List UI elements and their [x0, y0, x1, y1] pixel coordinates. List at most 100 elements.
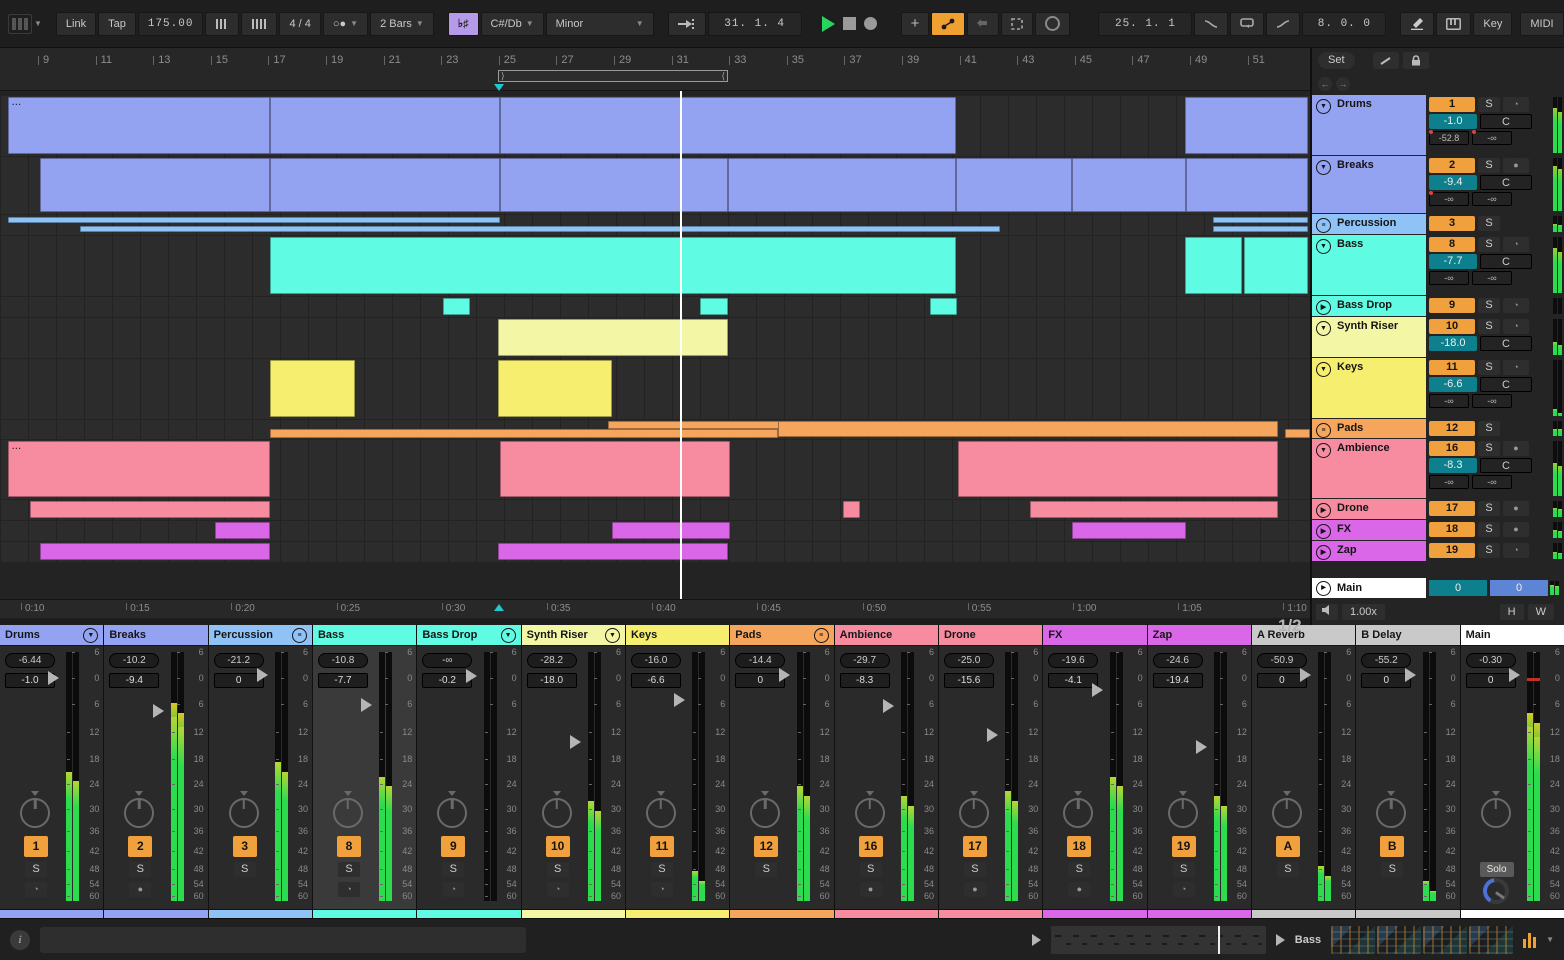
- audition-icon[interactable]: [1316, 604, 1338, 620]
- device-chain-thumbnail[interactable]: [1331, 925, 1376, 954]
- play-icon[interactable]: ▶: [1316, 524, 1331, 539]
- fader-handle[interactable]: [882, 699, 894, 714]
- punch-in-button[interactable]: [1194, 11, 1229, 36]
- record-button[interactable]: [863, 17, 877, 30]
- tap-tempo-button[interactable]: Tap: [98, 11, 136, 36]
- clip[interactable]: [500, 158, 728, 212]
- solo-button[interactable]: S: [963, 862, 986, 877]
- clip[interactable]: [270, 97, 500, 154]
- key-scale-caret-icon[interactable]: ▼: [636, 19, 644, 28]
- volume-field[interactable]: -9.4: [109, 673, 160, 688]
- clip[interactable]: [498, 360, 612, 417]
- arm-button[interactable]: 3: [1429, 216, 1475, 231]
- fader-handle[interactable]: [1508, 667, 1520, 682]
- nudge-up-button[interactable]: [241, 11, 278, 36]
- tempo-field[interactable]: 175.00: [137, 11, 204, 36]
- pan-knob[interactable]: [20, 798, 50, 828]
- zoom-height-button[interactable]: H: [1499, 604, 1524, 620]
- track-name-area[interactable]: ▼ Breaks: [1312, 156, 1426, 213]
- track-name-area[interactable]: ▼ Keys: [1312, 358, 1426, 418]
- record-icon[interactable]: ●: [129, 882, 152, 897]
- session-record-button[interactable]: [1035, 11, 1071, 36]
- clip[interactable]: [8, 217, 500, 223]
- mixer-strip-header[interactable]: Main: [1460, 625, 1564, 645]
- group-icon[interactable]: ≡: [291, 628, 307, 643]
- clip[interactable]: [1185, 237, 1242, 294]
- send-field[interactable]: -∞: [1429, 475, 1469, 489]
- arm-button[interactable]: 17: [1429, 501, 1475, 516]
- solo-button[interactable]: S: [1478, 216, 1500, 231]
- solo-button[interactable]: Solo: [1479, 862, 1514, 877]
- next-marker-button[interactable]: →: [1336, 77, 1350, 91]
- solo-button[interactable]: S: [1478, 421, 1500, 436]
- solo-button[interactable]: S: [1478, 543, 1500, 558]
- play-icon[interactable]: ▶: [1316, 300, 1331, 315]
- main-cue-field[interactable]: 0: [1490, 580, 1548, 596]
- midi-map-button[interactable]: MIDI: [1520, 11, 1564, 36]
- prev-marker-button[interactable]: ←: [1318, 77, 1332, 91]
- mixer-strip-header[interactable]: Drone: [938, 625, 1043, 645]
- mixer-strip-header[interactable]: Breaks: [104, 625, 208, 645]
- track-header-keys[interactable]: ▼ Keys 11 S ◔ -6.6 C -∞ -∞: [1312, 358, 1564, 418]
- clip[interactable]: [1285, 429, 1310, 438]
- clip[interactable]: ...: [8, 441, 270, 497]
- arm-button[interactable]: 1: [1429, 97, 1475, 112]
- key-root-menu[interactable]: C#/Db ▼: [480, 11, 544, 36]
- track-header-pads[interactable]: ≡ Pads 12 S: [1312, 419, 1564, 438]
- solo-button[interactable]: S: [25, 862, 47, 877]
- peak-level-display[interactable]: -14.4: [735, 653, 786, 668]
- freeze-icon[interactable]: ◔: [1503, 237, 1529, 252]
- track-number-button[interactable]: B: [1380, 836, 1405, 857]
- track-lane-bass-drop[interactable]: [0, 297, 1310, 317]
- time-signature-field[interactable]: 4 / 4: [279, 11, 321, 36]
- volume-field[interactable]: -6.6: [630, 673, 681, 688]
- clip[interactable]: [1030, 501, 1278, 518]
- mixer-strip-header[interactable]: Zap: [1147, 625, 1251, 645]
- clip[interactable]: [700, 298, 728, 315]
- pan-knob[interactable]: [541, 798, 572, 828]
- play-button[interactable]: [821, 15, 835, 32]
- freeze-icon[interactable]: ◔: [337, 882, 360, 897]
- mixer-strip-header[interactable]: Synth Riser ▼: [521, 625, 625, 645]
- peak-level-display[interactable]: -16.0: [630, 653, 681, 668]
- arrangement-loop-brace[interactable]: ⟩ ⟨: [498, 70, 728, 82]
- clip[interactable]: [843, 501, 860, 518]
- track-lane-pads[interactable]: [0, 420, 1310, 439]
- freeze-icon[interactable]: ◔: [1503, 319, 1529, 334]
- clip[interactable]: [728, 158, 956, 212]
- track-name-area[interactable]: ▶ Drone: [1312, 499, 1426, 519]
- fader-handle[interactable]: [152, 703, 164, 718]
- fader-handle[interactable]: [1091, 682, 1103, 697]
- clip[interactable]: [498, 543, 728, 560]
- clip[interactable]: [778, 421, 1278, 437]
- record-icon[interactable]: ●: [963, 882, 986, 897]
- track-pan-field[interactable]: C: [1480, 175, 1532, 190]
- track-header-drone[interactable]: ▶ Drone 17 S ●: [1312, 499, 1564, 519]
- track-number-button[interactable]: 10: [545, 836, 570, 857]
- pan-knob[interactable]: [645, 798, 676, 828]
- track-header-breaks[interactable]: ▼ Breaks 2 S ● -9.4 C -∞ -∞: [1312, 156, 1564, 213]
- track-number-button[interactable]: 8: [336, 836, 361, 857]
- capture-midi-button[interactable]: [1001, 11, 1034, 36]
- pan-knob[interactable]: [1376, 798, 1407, 828]
- status-caret-icon[interactable]: ▼: [1546, 935, 1554, 944]
- automation-lane-button[interactable]: [1372, 52, 1399, 69]
- record-icon[interactable]: ●: [1503, 158, 1529, 173]
- clip[interactable]: [80, 226, 1000, 232]
- track-number-button[interactable]: 9: [441, 836, 466, 857]
- volume-field[interactable]: -8.3: [839, 673, 890, 688]
- arm-button[interactable]: 16: [1429, 441, 1475, 456]
- track-header-ambience[interactable]: ▼ Ambience 16 S ● -8.3 C -∞ -∞: [1312, 439, 1564, 498]
- track-volume-field[interactable]: -1.0: [1429, 114, 1477, 129]
- track-pan-field[interactable]: C: [1480, 377, 1532, 392]
- device-preview-play-icon[interactable]: [1275, 933, 1285, 946]
- fader-handle[interactable]: [1404, 667, 1416, 682]
- track-volume-field[interactable]: -6.6: [1429, 377, 1477, 392]
- quantize-menu[interactable]: 2 Bars ▼: [370, 11, 434, 36]
- lock-envelopes-button[interactable]: [1402, 52, 1429, 69]
- track-header-zap[interactable]: ▶ Zap 19 S ◔: [1312, 541, 1564, 561]
- metronome-button[interactable]: ○● ▼: [322, 11, 369, 36]
- solo-button[interactable]: S: [337, 862, 360, 877]
- insert-marker-button[interactable]: +: [900, 11, 930, 36]
- track-header-percussion[interactable]: ≡ Percussion 3 S: [1312, 214, 1564, 234]
